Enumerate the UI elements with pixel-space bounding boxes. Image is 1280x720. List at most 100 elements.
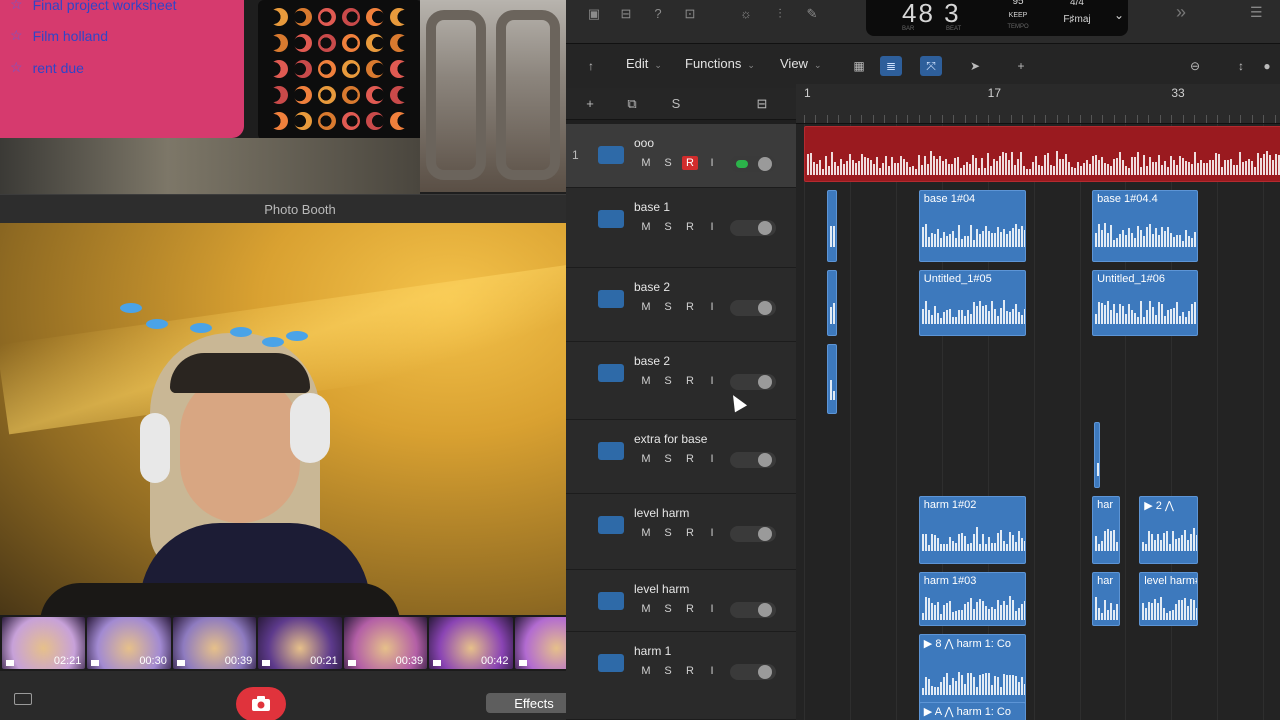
audio-region[interactable]: ▶ A ⋀ harm 1: Co — [918, 702, 1026, 720]
take-photo-button[interactable] — [236, 687, 286, 720]
audio-region[interactable]: level harm# — [1139, 572, 1198, 626]
track-on-off-toggle[interactable] — [730, 300, 776, 316]
track-on-off-toggle[interactable] — [730, 374, 776, 390]
mixer-icon[interactable]: ⫶ — [770, 6, 790, 24]
reminder-item[interactable]: ☆ Final project worksheet — [10, 0, 177, 13]
track-on-off-toggle[interactable] — [730, 452, 776, 468]
photo-thumbnail[interactable]: 00:42 — [429, 617, 513, 669]
title-bar[interactable]: Photo Booth — [0, 195, 600, 223]
video-mode-icon[interactable] — [14, 693, 32, 705]
mute-button[interactable]: M — [638, 602, 654, 616]
solo-button[interactable]: S — [660, 300, 676, 314]
track-header[interactable]: base 1 MSRI — [566, 188, 796, 268]
input-monitor-button[interactable]: I — [704, 220, 720, 234]
circle-icon[interactable]: ● — [1256, 56, 1278, 76]
zoom-icon[interactable]: ⊖ — [1184, 56, 1206, 76]
solo-button[interactable]: S — [660, 374, 676, 388]
chevron-right-icon[interactable]: » — [1176, 2, 1186, 23]
help-icon[interactable]: ? — [648, 6, 668, 24]
record-enable-button[interactable]: R — [682, 220, 698, 234]
solo-button[interactable]: S — [660, 220, 676, 234]
plus-tool-icon[interactable]: + — [1010, 56, 1032, 76]
global-solo-button[interactable]: S — [666, 96, 686, 112]
mute-button[interactable]: M — [638, 374, 654, 388]
photo-thumbnail[interactable]: 00:21 — [258, 617, 342, 669]
solo-button[interactable]: S — [660, 156, 676, 170]
track-on-off-toggle[interactable] — [730, 602, 776, 618]
track-name[interactable]: base 1 — [634, 200, 670, 214]
audio-region[interactable]: ▶ 2 ⋀ — [1139, 496, 1198, 564]
mute-button[interactable]: M — [638, 664, 654, 678]
audio-region[interactable] — [1094, 422, 1101, 488]
recording-region[interactable] — [804, 126, 1280, 182]
track-name[interactable]: base 2 — [634, 280, 670, 294]
folder-icon[interactable]: ⊟ — [752, 96, 772, 112]
track-on-off-toggle[interactable] — [730, 156, 776, 172]
functions-menu[interactable]: Functions ⌄ — [685, 56, 755, 71]
mute-button[interactable]: M — [638, 526, 654, 540]
bar-ruler[interactable]: 1173349 — [796, 84, 1280, 124]
track-header[interactable]: harm 1 MSRI — [566, 632, 796, 720]
track-name[interactable]: ooo — [634, 136, 654, 150]
grid-view-icon[interactable]: ▦ — [848, 56, 870, 76]
record-enable-button[interactable]: R — [682, 452, 698, 466]
mute-button[interactable]: M — [638, 452, 654, 466]
input-monitor-button[interactable]: I — [704, 602, 720, 616]
solo-button[interactable]: S — [660, 526, 676, 540]
track-header[interactable]: base 2 MSRI — [566, 268, 796, 342]
audio-region[interactable] — [826, 270, 838, 336]
mute-button[interactable]: M — [638, 220, 654, 234]
photo-thumbnail[interactable]: 00:39 — [343, 617, 428, 669]
record-enable-button[interactable]: R — [682, 602, 698, 616]
library-icon[interactable]: ▣ — [584, 6, 604, 24]
input-monitor-button[interactable]: I — [704, 452, 720, 466]
track-header[interactable]: level harm M S R I — [566, 570, 796, 632]
solo-button[interactable]: S — [660, 452, 676, 466]
pointer-tool-icon[interactable]: ➤ — [964, 56, 986, 76]
audio-region[interactable]: Untitled_1#05 — [918, 270, 1026, 336]
smart-controls-icon[interactable]: ☼ — [736, 6, 756, 24]
photo-thumbnail[interactable]: 00:39 — [172, 617, 257, 669]
audio-region[interactable] — [826, 190, 838, 262]
input-monitor-button[interactable]: I — [704, 526, 720, 540]
record-enable-button[interactable]: R — [682, 156, 698, 170]
view-menu[interactable]: View ⌄ — [780, 56, 822, 71]
toolbar-icon[interactable]: ⊡ — [680, 6, 700, 24]
audio-region[interactable]: base 1#04.4 — [1092, 190, 1198, 262]
track-on-off-toggle[interactable] — [730, 220, 776, 236]
mute-button[interactable]: M — [638, 156, 654, 170]
list-editors-icon[interactable]: ☰ — [1250, 4, 1263, 21]
audio-region[interactable]: base 1#04 — [918, 190, 1026, 262]
track-header[interactable]: 1 ooo M S R I — [566, 124, 796, 188]
track-name[interactable]: base 2 — [634, 354, 670, 368]
back-icon[interactable]: ↑ — [580, 56, 602, 76]
track-name[interactable]: level harm — [634, 506, 689, 520]
audio-region[interactable]: harm 1#02 — [918, 496, 1026, 564]
record-enable-button[interactable]: R — [682, 664, 698, 678]
reminder-item[interactable]: ☆ rent due — [10, 59, 84, 76]
inspector-icon[interactable]: ⊟ — [616, 6, 636, 24]
photo-thumbnail[interactable]: 02:21 — [2, 617, 86, 669]
audio-region[interactable]: Untitled_1#06 — [1092, 270, 1198, 336]
editors-icon[interactable]: ✎ — [802, 6, 822, 24]
track-header[interactable]: base 2 MSRI — [566, 342, 796, 420]
input-monitor-button[interactable]: I — [704, 156, 720, 170]
record-enable-button[interactable]: R — [682, 526, 698, 540]
input-monitor-button[interactable]: I — [704, 664, 720, 678]
solo-button[interactable]: S — [660, 602, 676, 616]
reminder-item[interactable]: ☆ Film holland — [10, 27, 108, 44]
chevron-down-icon[interactable]: ⌄ — [1114, 8, 1124, 22]
track-on-off-toggle[interactable] — [730, 664, 776, 680]
audio-region[interactable]: harm 1#03 — [918, 572, 1026, 626]
audio-region[interactable] — [826, 344, 838, 414]
add-track-button[interactable]: + — [580, 96, 600, 112]
record-enable-button[interactable]: R — [682, 374, 698, 388]
audio-region[interactable]: har — [1092, 496, 1120, 564]
photo-thumbnail[interactable]: 00:30 — [87, 617, 171, 669]
track-name[interactable]: level harm — [634, 582, 689, 596]
input-monitor-button[interactable]: I — [704, 300, 720, 314]
vertical-zoom-icon[interactable]: ↕ — [1230, 56, 1252, 76]
track-name[interactable]: extra for base — [634, 432, 707, 446]
mute-button[interactable]: M — [638, 300, 654, 314]
audio-region[interactable]: har — [1092, 572, 1120, 626]
